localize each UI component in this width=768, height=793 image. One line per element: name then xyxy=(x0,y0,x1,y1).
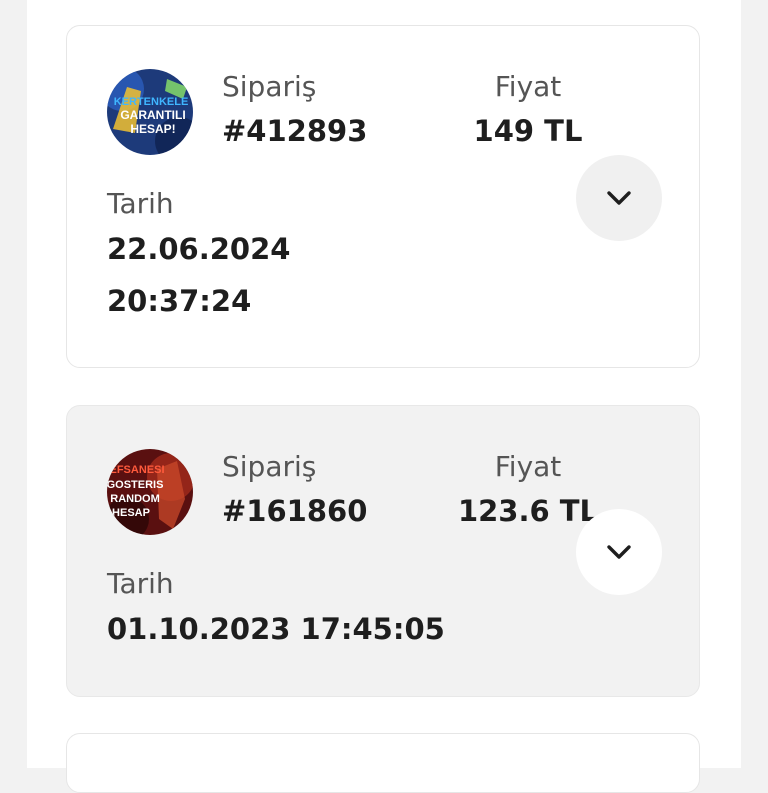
product-thumbnail: KERTENKELE GARANTILI HESAP! xyxy=(107,69,193,155)
date-label: Tarih xyxy=(107,187,174,220)
order-price: 123.6 TL xyxy=(457,494,599,528)
chevron-down-icon xyxy=(605,189,633,207)
thumb-text-line: RANDOM xyxy=(110,493,160,505)
date-label: Tarih xyxy=(107,567,174,600)
order-price: 149 TL xyxy=(473,114,583,148)
order-label: Sipariş xyxy=(222,450,317,483)
thumb-text-line: GOSTERIS xyxy=(107,479,163,491)
order-number: #412893 xyxy=(222,114,368,148)
thumb-text-line: KERTENKELE xyxy=(114,96,189,108)
product-thumbnail: EFSANESI GOSTERIS RANDOM HESAP xyxy=(107,449,193,535)
price-label: Fiyat xyxy=(494,70,562,103)
order-time: 20:37:24 xyxy=(107,284,252,318)
thumb-text-line: EFSANESI xyxy=(109,464,164,476)
order-number: #161860 xyxy=(222,494,368,528)
order-card[interactable]: KERTENKELE GARANTILI HESAP! Sipariş #412… xyxy=(66,25,700,368)
order-date: 22.06.2024 xyxy=(107,232,291,266)
order-card[interactable] xyxy=(66,733,700,793)
order-card[interactable]: EFSANESI GOSTERIS RANDOM HESAP Sipariş #… xyxy=(66,405,700,697)
expand-button[interactable] xyxy=(576,509,662,595)
thumb-text-line: GARANTILI xyxy=(120,108,185,122)
order-datetime: 01.10.2023 17:45:05 xyxy=(107,612,445,646)
thumb-text-line: HESAP xyxy=(112,507,150,519)
thumb-text-line: HESAP! xyxy=(130,122,175,136)
expand-button[interactable] xyxy=(576,155,662,241)
chevron-down-icon xyxy=(605,543,633,561)
price-label: Fiyat xyxy=(494,450,562,483)
order-label: Sipariş xyxy=(222,70,317,103)
